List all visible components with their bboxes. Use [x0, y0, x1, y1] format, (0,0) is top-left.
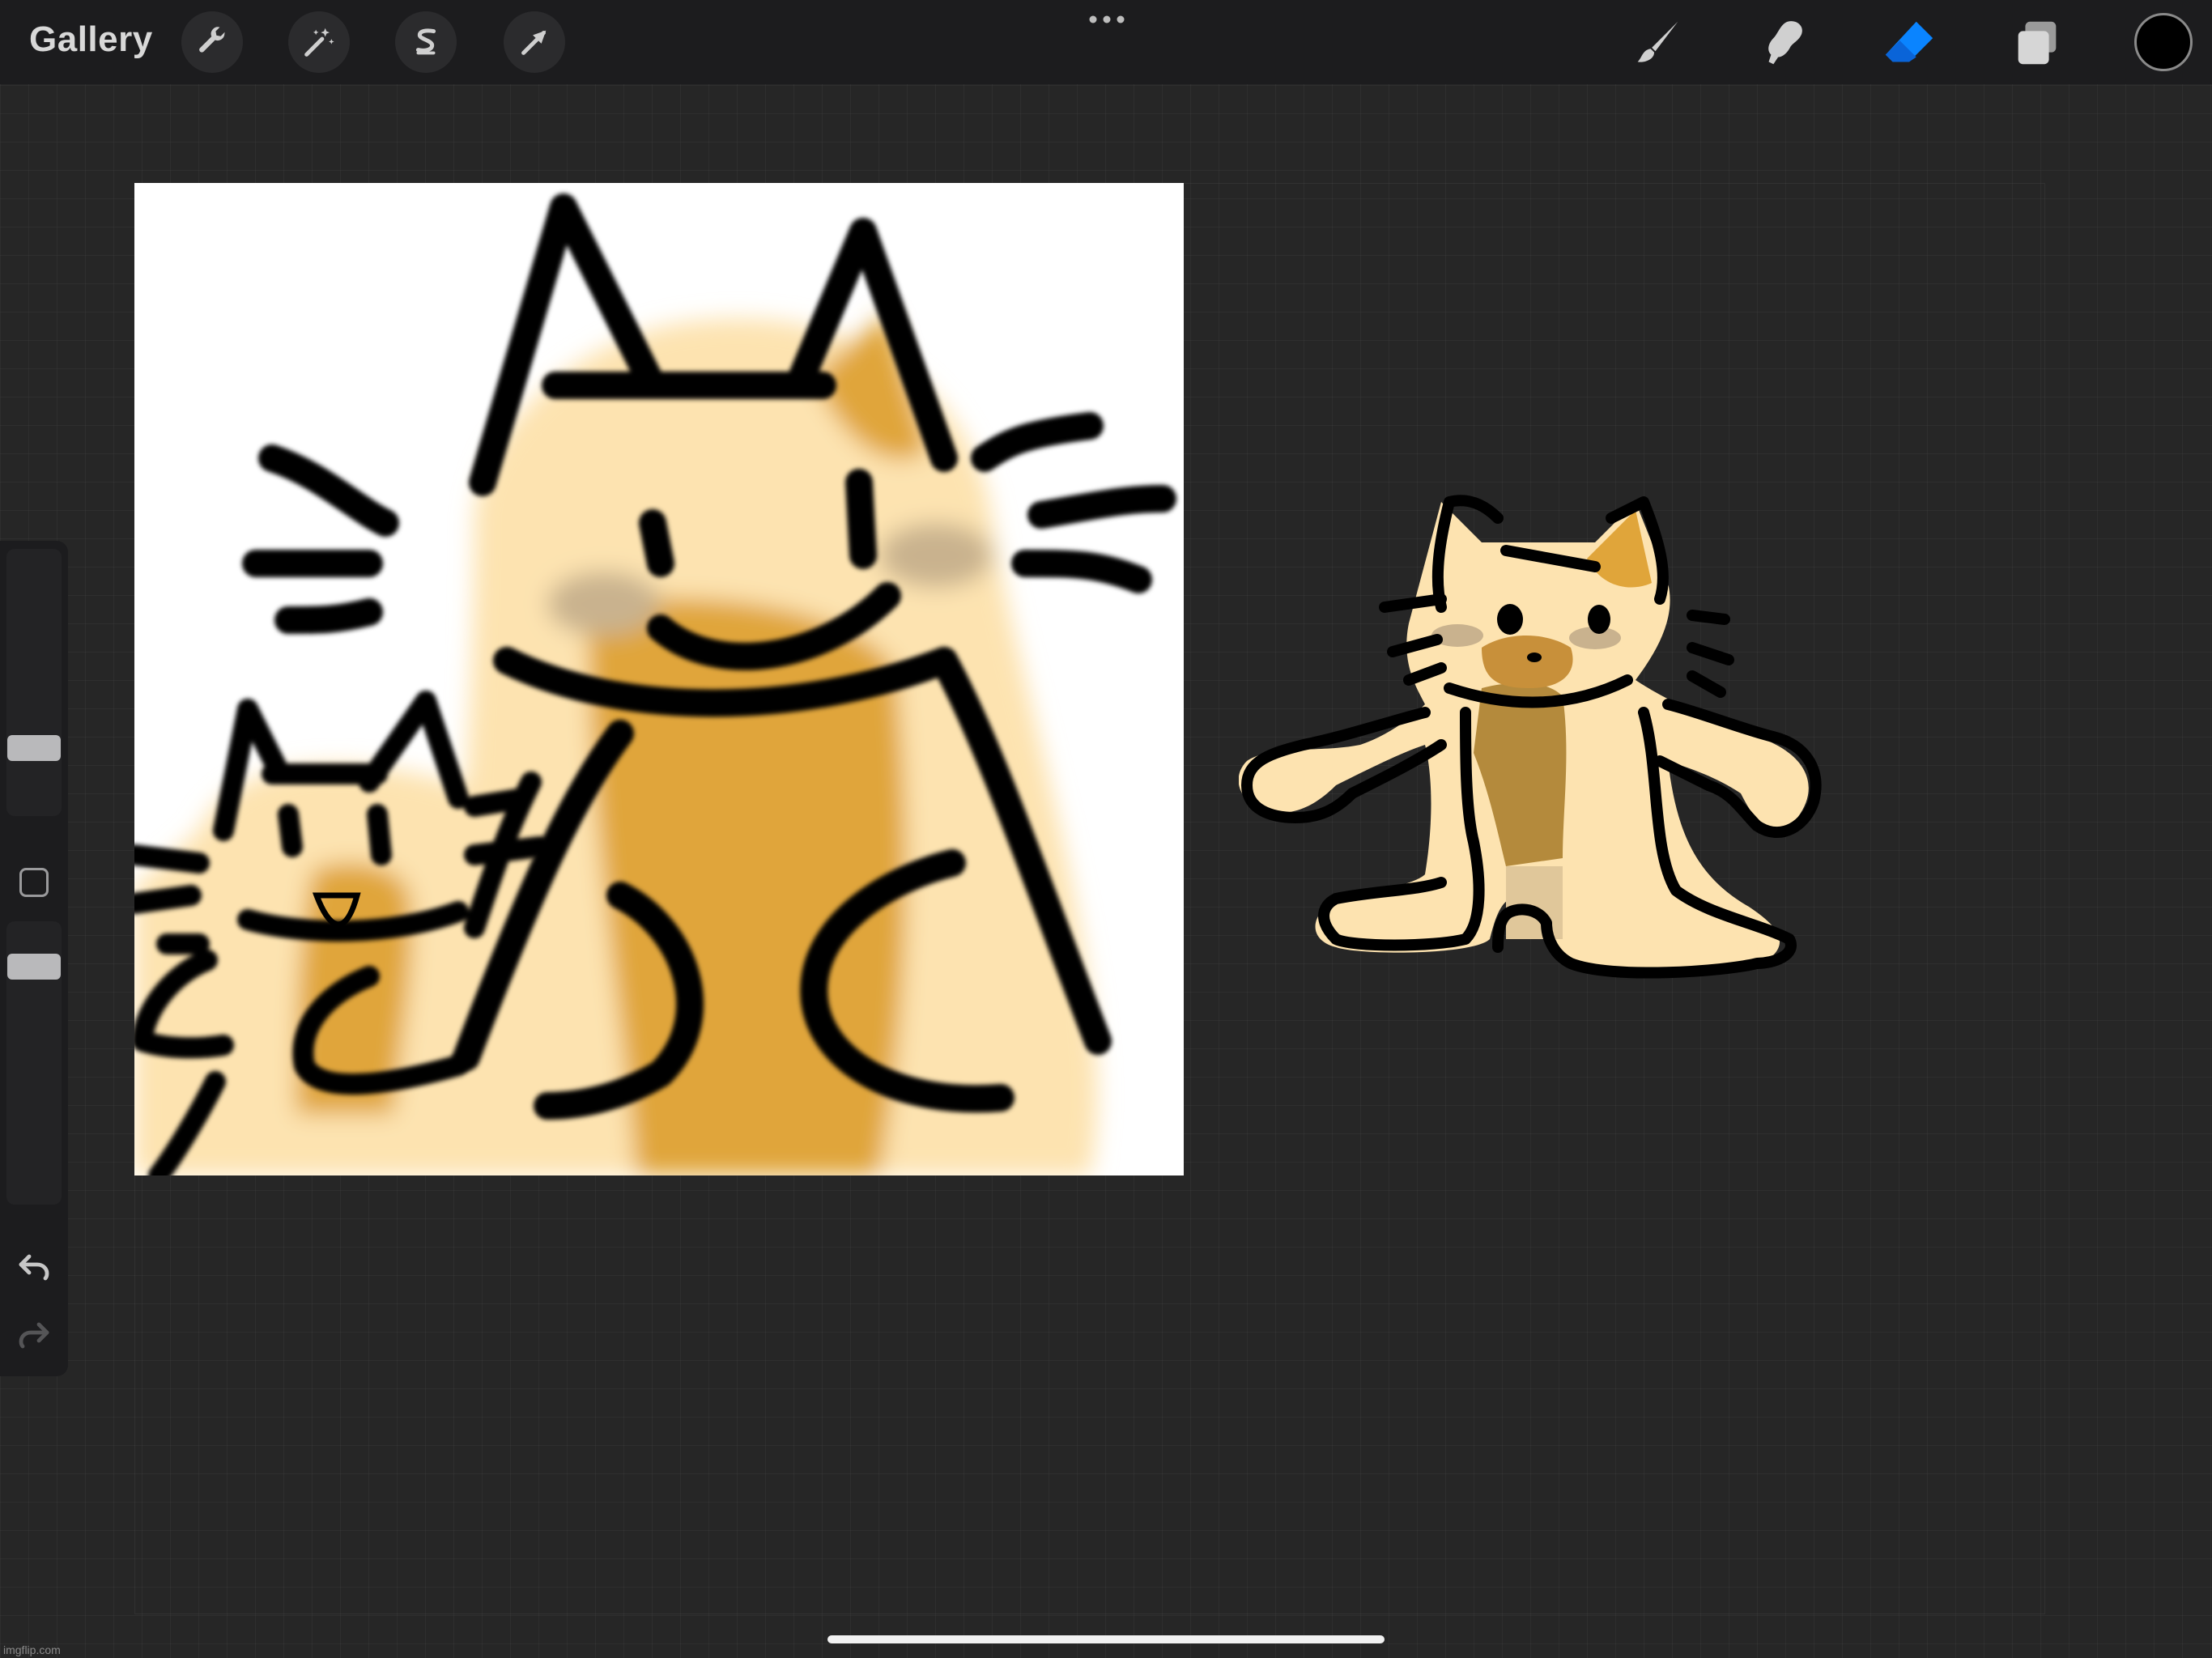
- modify-button[interactable]: [19, 868, 49, 897]
- smudge-icon: [1768, 21, 1802, 65]
- brush-size-slider[interactable]: [6, 549, 62, 816]
- watermark: imgflip.com: [3, 1643, 61, 1656]
- color-picker-button[interactable]: [2134, 13, 2193, 71]
- actions-button[interactable]: [181, 11, 243, 73]
- cat-character-drawing[interactable]: [1239, 486, 1903, 1085]
- selection-button[interactable]: [395, 11, 457, 73]
- layers-icon: [2018, 21, 2057, 65]
- layers-tool[interactable]: [2005, 13, 2069, 73]
- eraser-tool[interactable]: [1877, 13, 1942, 73]
- opacity-thumb[interactable]: [7, 954, 61, 980]
- undo-icon[interactable]: [15, 1247, 53, 1286]
- transform-arrow-icon: [521, 30, 547, 55]
- smudge-tool[interactable]: [1750, 13, 1815, 73]
- magic-wand-icon: [304, 28, 334, 57]
- more-options-icon[interactable]: [1087, 10, 1127, 29]
- top-toolbar: Gallery: [0, 0, 2212, 84]
- gallery-button[interactable]: Gallery: [29, 19, 153, 60]
- brush-tool[interactable]: [1624, 13, 1689, 73]
- redo-icon[interactable]: [15, 1315, 53, 1354]
- brush-icon: [1637, 21, 1678, 62]
- eraser-icon: [1885, 21, 1933, 62]
- artwork-canvas[interactable]: [134, 183, 1184, 1175]
- selection-s-icon: [415, 28, 436, 55]
- wrench-icon: [199, 27, 225, 53]
- transform-button[interactable]: [504, 11, 565, 73]
- home-indicator[interactable]: [827, 1635, 1385, 1643]
- adjustments-button[interactable]: [288, 11, 350, 73]
- brush-size-thumb[interactable]: [7, 735, 61, 762]
- procreate-app: Gallery imgflip.com: [0, 0, 2212, 1658]
- left-sidebar: [0, 541, 68, 1376]
